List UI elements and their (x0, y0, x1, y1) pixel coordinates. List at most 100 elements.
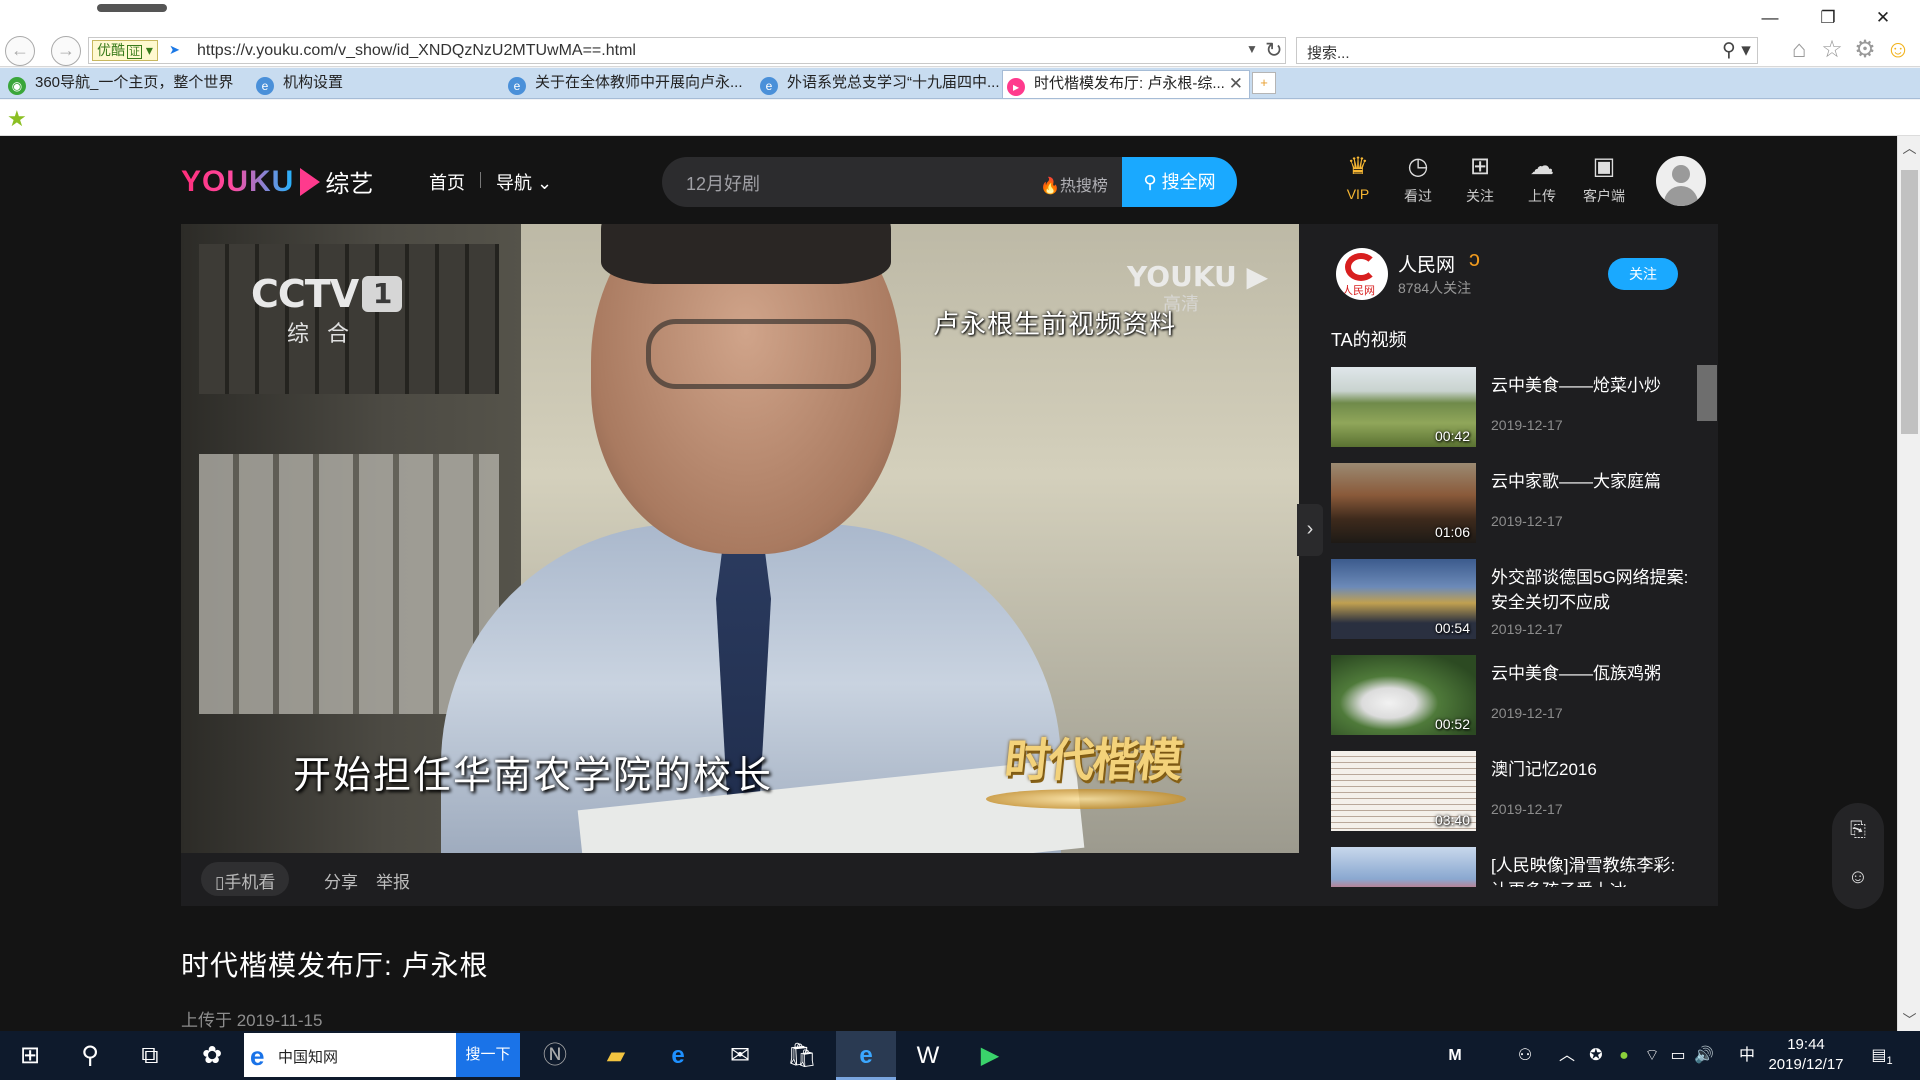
scrollbar-thumb[interactable] (1901, 170, 1918, 434)
site-favicon-icon: ➤ (169, 42, 180, 57)
channel-list-scrollbar[interactable] (1697, 365, 1717, 421)
subscriptions-button[interactable]: ⊞ 关注 (1455, 153, 1505, 206)
video-title[interactable]: 外交部谈德国5G网络提案: 安全关切不应成 (1491, 565, 1691, 615)
maximize-button[interactable]: ❐ (1805, 5, 1851, 31)
channel-video-list: 00:42 云中美食——炝菜小炒 2019-12-17 01:06 云中家歌——… (1331, 367, 1705, 887)
browser-search-input[interactable]: 搜索... (1307, 42, 1350, 63)
video-title[interactable]: 云中美食——炝菜小炒 (1491, 373, 1691, 398)
windows-start-icon[interactable]: ⊞ (0, 1031, 60, 1080)
user-avatar[interactable] (1656, 156, 1706, 206)
search-all-button[interactable]: ⚲ 搜全网 (1122, 157, 1237, 207)
smiley-feedback-icon[interactable]: ☺ (1884, 36, 1912, 64)
nav-home[interactable]: 首页 (429, 169, 465, 195)
store-icon[interactable]: 🛍 (772, 1031, 832, 1080)
scroll-down-icon[interactable]: ﹀ (1901, 1010, 1918, 1028)
tab-teachers-notice[interactable]: e 关于在全体教师中开展向卢永... (504, 70, 744, 98)
scroll-up-icon[interactable]: ︿ (1901, 138, 1918, 156)
search-icon[interactable]: ⚲ ▾ (1722, 39, 1751, 62)
wps-writer-icon[interactable]: W (898, 1031, 958, 1080)
n-app-icon[interactable]: Ⓝ (525, 1031, 585, 1080)
report-button[interactable]: 举报 (376, 868, 410, 893)
favorites-star-icon[interactable]: ☆ (1818, 36, 1846, 64)
share-button[interactable]: 分享 (324, 868, 358, 893)
collapse-panel-chevron-icon[interactable]: › (1297, 504, 1323, 556)
taskbar-search-button[interactable]: 搜一下 (456, 1033, 520, 1077)
battery-icon[interactable]: ▭ (1666, 1031, 1690, 1080)
forward-button[interactable]: → (51, 36, 81, 66)
tab-party-study[interactable]: e 外语系党总支学习“十九届四中... (756, 70, 1000, 98)
task-view-icon[interactable]: ⧉ (120, 1031, 180, 1080)
browser-search-box[interactable]: 搜索... ⚲ ▾ (1296, 37, 1758, 64)
video-thumbnail[interactable] (1331, 847, 1476, 887)
video-player-icon[interactable]: ▶ (960, 1031, 1020, 1080)
tab-youku-active[interactable]: ▸ 时代楷模发布厅: 卢永根-综... ✕ (1002, 70, 1250, 98)
360-security-icon[interactable]: ● (1612, 1031, 1636, 1080)
hot-list-link[interactable]: 🔥热搜榜 (1040, 172, 1108, 196)
taskbar-clock[interactable]: 19:44 2019/12/17 (1762, 1035, 1850, 1075)
channel-avatar[interactable]: 人民网 (1336, 248, 1388, 300)
chevron-up-icon[interactable]: ︿ (1554, 1031, 1580, 1080)
page-scrollbar[interactable]: ︿ ﹀ (1897, 136, 1920, 1031)
address-bar[interactable]: 优酷证 ▾ ➤ https://v.youku.com/v_show/id_XN… (88, 37, 1286, 64)
certificate-badge[interactable]: 优酷证 ▾ (92, 40, 158, 61)
settings-gear-icon[interactable]: ⚙ (1851, 36, 1879, 64)
channel-name[interactable]: 人民网 (1398, 250, 1455, 277)
file-explorer-icon[interactable]: ▰ (586, 1031, 646, 1080)
video-thumbnail[interactable]: 01:06 (1331, 463, 1476, 543)
back-button[interactable]: ← (5, 36, 35, 66)
close-window-button[interactable]: ✕ (1860, 5, 1906, 31)
notification-center-icon[interactable]: ▤1 (1862, 1031, 1902, 1080)
list-item[interactable]: [人民映像]滑雪教练李彩: 让更多孩子爱上冰 (1331, 847, 1691, 887)
customer-service-icon[interactable]: ☺ (1845, 864, 1871, 890)
url-input[interactable]: https://v.youku.com/v_show/id_XNDQzNzU2M… (197, 42, 636, 60)
tab-close-icon[interactable]: ✕ (1229, 71, 1243, 97)
feedback-icon[interactable]: ⎘ (1845, 817, 1871, 843)
taskbar-search-input[interactable]: 中国知网 (278, 1046, 338, 1067)
list-item[interactable]: 00:42 云中美食——炝菜小炒 2019-12-17 (1331, 367, 1691, 447)
url-dropdown-icon[interactable]: ▼ (1246, 42, 1258, 56)
home-icon[interactable]: ⌂ (1785, 36, 1813, 64)
video-thumbnail[interactable]: 00:42 (1331, 367, 1476, 447)
list-item[interactable]: 01:06 云中家歌——大家庭篇 2019-12-17 (1331, 463, 1691, 543)
mail-icon[interactable]: ✉ (710, 1031, 770, 1080)
360-browser-icon[interactable]: ✿ (182, 1031, 242, 1080)
ie-browser-icon[interactable]: e (836, 1031, 896, 1080)
follow-button[interactable]: 关注 (1608, 258, 1678, 290)
video-thumbnail[interactable]: 00:52 (1331, 655, 1476, 735)
search-icon[interactable]: ⚲ (60, 1031, 120, 1080)
tab-org-settings[interactable]: e 机构设置 (252, 70, 498, 98)
video-title[interactable]: [人民映像]滑雪教练李彩: 让更多孩子爱上冰 (1491, 853, 1691, 887)
add-favorite-star-icon[interactable]: ★ (7, 106, 27, 132)
upload-button[interactable]: ☁ 上传 (1517, 153, 1567, 206)
refresh-icon[interactable]: ↻ (1265, 38, 1283, 63)
list-item[interactable]: 00:54 外交部谈德国5G网络提案: 安全关切不应成 2019-12-17 (1331, 559, 1691, 639)
video-player[interactable]: CCTV 1 综合 YOUKU ▶ 高清 卢永根生前视频资料 开始担任华南农学院的… (181, 224, 1299, 853)
wifi-icon[interactable]: ⌔ (1640, 1031, 1664, 1080)
minimize-button[interactable]: — (1747, 5, 1793, 31)
history-button[interactable]: ◷ 看过 (1393, 153, 1443, 206)
video-title[interactable]: 云中美食——佤族鸡粥 (1491, 661, 1691, 686)
m-tray-icon[interactable]: M (1440, 1031, 1470, 1080)
client-download-button[interactable]: ▣ 客户端 (1579, 153, 1629, 206)
new-tab-button[interactable]: + (1252, 72, 1276, 94)
video-thumbnail[interactable]: 00:54 (1331, 559, 1476, 639)
ime-indicator[interactable]: 中 (1735, 1031, 1759, 1080)
page-title: 时代楷模发布厅: 卢永根 (181, 950, 489, 981)
volume-icon[interactable]: 🔊 (1692, 1031, 1716, 1080)
youku-logo[interactable]: YOUKU 综艺 (181, 164, 373, 199)
site-search-input[interactable]: 12月好剧 (686, 170, 760, 196)
tab-360-nav[interactable]: ◉ 360导航_一个主页，整个世界 (2, 70, 250, 98)
watch-on-phone-button[interactable]: ▯手机看 (201, 862, 290, 896)
nav-guide[interactable]: 导航 ⌄ (496, 169, 552, 195)
video-thumbnail[interactable]: 03:40 (1331, 751, 1476, 831)
tray-app-icon[interactable]: ✪ (1584, 1031, 1608, 1080)
list-item[interactable]: 00:52 云中美食——佤族鸡粥 2019-12-17 (1331, 655, 1691, 735)
video-title[interactable]: 云中家歌——大家庭篇 (1491, 469, 1691, 494)
taskbar-search-box[interactable]: e 中国知网 (244, 1033, 456, 1077)
tab-label: 外语系党总支学习“十九届四中... (787, 74, 1000, 91)
list-item[interactable]: 03:40 澳门记忆2016 2019-12-17 (1331, 751, 1691, 831)
people-icon[interactable]: ⚇ (1510, 1031, 1540, 1080)
edge-browser-icon[interactable]: e (648, 1031, 708, 1080)
video-title[interactable]: 澳门记忆2016 (1491, 757, 1691, 782)
vip-button[interactable]: ♛ VIP (1333, 153, 1383, 202)
